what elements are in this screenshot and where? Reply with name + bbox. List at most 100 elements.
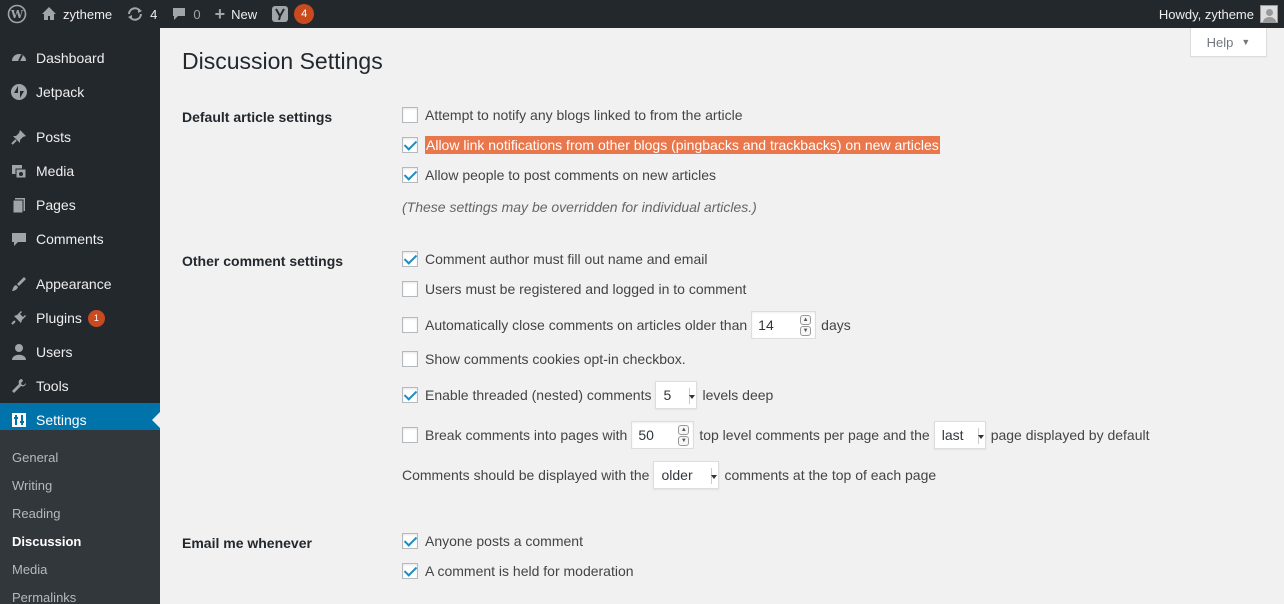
sidebar-item-pages[interactable]: Pages xyxy=(0,188,160,222)
checkbox[interactable] xyxy=(402,427,418,443)
spinner-up-icon[interactable]: ▲ xyxy=(800,315,812,325)
wordpress-logo-button[interactable]: W xyxy=(0,0,34,28)
site-name: zytheme xyxy=(63,6,113,22)
sidebar-item-label: Settings xyxy=(36,412,87,428)
yoast-icon xyxy=(271,5,289,23)
submenu-item-discussion[interactable]: Discussion xyxy=(12,534,81,549)
users-icon xyxy=(9,342,29,362)
spinner-down-icon[interactable]: ▼ xyxy=(800,326,812,336)
option-label: Enable threaded (nested) comments xyxy=(425,387,652,403)
sidebar-item-users[interactable]: Users xyxy=(0,335,160,369)
dashboard-icon xyxy=(9,48,29,68)
option-email-on-moderation[interactable]: A comment is held for moderation xyxy=(402,562,634,580)
number-spinner[interactable]: ▲ ▼ xyxy=(800,315,812,336)
checkbox[interactable] xyxy=(402,387,418,403)
sidebar-item-dashboard[interactable]: Dashboard xyxy=(0,41,160,75)
option-label: Users must be registered and logged in t… xyxy=(425,281,747,297)
sidebar-item-appearance[interactable]: Appearance xyxy=(0,267,160,301)
spinner-up-icon[interactable]: ▲ xyxy=(678,425,690,435)
plugin-icon xyxy=(9,308,29,328)
default-page-select[interactable]: last xyxy=(933,421,986,449)
comments-per-page-value: 50 xyxy=(638,427,654,443)
updates-link[interactable]: 4 xyxy=(119,0,164,28)
new-label: New xyxy=(231,6,258,22)
settings-submenu: General Writing Reading Discussion Media… xyxy=(0,430,160,604)
option-suffix: levels deep xyxy=(702,387,774,403)
option-label: Allow link notifications from other blog… xyxy=(425,136,940,154)
sidebar-item-label: Posts xyxy=(36,129,72,145)
submenu-item-general[interactable]: General xyxy=(12,450,58,465)
option-threaded-comments: Enable threaded (nested) comments 5 leve… xyxy=(402,381,773,409)
submenu-item-permalinks[interactable]: Permalinks xyxy=(12,590,76,604)
pages-icon xyxy=(9,195,29,215)
jetpack-icon xyxy=(9,82,29,102)
option-label: Anyone posts a comment xyxy=(425,533,583,549)
option-comment-order: Comments should be displayed with the ol… xyxy=(402,461,936,489)
option-email-on-comment[interactable]: Anyone posts a comment xyxy=(402,532,583,550)
select-arrow-icon xyxy=(711,468,718,484)
number-spinner[interactable]: ▲ ▼ xyxy=(678,425,690,446)
updates-count: 4 xyxy=(150,6,158,22)
sidebar-item-label: Appearance xyxy=(36,276,112,292)
help-tab-button[interactable]: Help ▼ xyxy=(1190,28,1267,57)
option-notify-blogs[interactable]: Attempt to notify any blogs linked to fr… xyxy=(402,106,743,124)
option-label: Show comments cookies opt-in checkbox. xyxy=(425,351,686,367)
comment-order-select[interactable]: older xyxy=(653,461,720,489)
email-me-whenever-label: Email me whenever xyxy=(182,535,312,551)
media-icon xyxy=(9,161,29,181)
option-cookies-optin[interactable]: Show comments cookies opt-in checkbox. xyxy=(402,350,686,368)
yoast-count-badge: 4 xyxy=(294,4,315,24)
yoast-seo-link[interactable]: 4 xyxy=(264,0,321,28)
checkbox[interactable] xyxy=(402,167,418,183)
sidebar-item-label: Jetpack xyxy=(36,84,85,100)
help-label: Help xyxy=(1206,34,1234,50)
default-page-value: last xyxy=(941,427,964,443)
site-name-link[interactable]: zytheme xyxy=(34,0,119,28)
option-label: Allow people to post comments on new art… xyxy=(425,167,717,183)
new-content-link[interactable]: + New xyxy=(208,0,265,28)
option-allow-pingbacks[interactable]: Allow link notifications from other blog… xyxy=(402,136,940,154)
option-registered-only[interactable]: Users must be registered and logged in t… xyxy=(402,280,746,298)
checkbox[interactable] xyxy=(402,533,418,549)
thread-depth-select[interactable]: 5 xyxy=(655,381,698,409)
comment-bubble-icon xyxy=(171,6,187,22)
plugins-update-badge: 1 xyxy=(87,309,105,327)
option-allow-comments[interactable]: Allow people to post comments on new art… xyxy=(402,166,716,184)
checkbox[interactable] xyxy=(402,317,418,333)
option-author-fill[interactable]: Comment author must fill out name and em… xyxy=(402,250,707,268)
sidebar-item-media[interactable]: Media xyxy=(0,154,160,188)
sidebar-item-posts[interactable]: Posts xyxy=(0,120,160,154)
sidebar-item-label: Media xyxy=(36,163,75,179)
option-label: Attempt to notify any blogs linked to fr… xyxy=(425,107,743,123)
sidebar-item-label: Users xyxy=(36,344,73,360)
my-account-link[interactable]: Howdy, zytheme xyxy=(1152,0,1278,28)
comments-link[interactable]: 0 xyxy=(164,0,207,28)
default-article-description: (These settings may be overridden for in… xyxy=(402,199,757,215)
comments-per-page-input[interactable]: 50 ▲ ▼ xyxy=(631,421,695,449)
option-label: Break comments into pages with xyxy=(425,427,628,443)
sidebar-item-tools[interactable]: Tools xyxy=(0,369,160,403)
submenu-item-writing[interactable]: Writing xyxy=(12,478,52,493)
avatar xyxy=(1260,5,1278,23)
checkbox[interactable] xyxy=(402,563,418,579)
checkbox[interactable] xyxy=(402,107,418,123)
sidebar-item-plugins[interactable]: Plugins 1 xyxy=(0,301,160,335)
spinner-down-icon[interactable]: ▼ xyxy=(678,436,690,446)
sidebar-item-label: Tools xyxy=(36,378,69,394)
option-suffix: page displayed by default xyxy=(990,427,1150,443)
sidebar-item-label: Comments xyxy=(36,231,104,247)
submenu-item-media[interactable]: Media xyxy=(12,562,47,577)
checkbox[interactable] xyxy=(402,351,418,367)
wrench-icon xyxy=(9,376,29,396)
option-suffix: days xyxy=(821,317,851,333)
checkbox[interactable] xyxy=(402,137,418,153)
checkbox[interactable] xyxy=(402,251,418,267)
sidebar-item-jetpack[interactable]: Jetpack xyxy=(0,75,160,109)
main-content: Help ▼ Discussion Settings Default artic… xyxy=(160,28,1284,604)
close-days-input[interactable]: 14 ▲ ▼ xyxy=(751,311,817,339)
submenu-item-reading[interactable]: Reading xyxy=(12,506,60,521)
sidebar-item-label: Pages xyxy=(36,197,76,213)
sidebar-item-comments[interactable]: Comments xyxy=(0,222,160,256)
checkbox[interactable] xyxy=(402,281,418,297)
svg-text:W: W xyxy=(10,8,24,21)
